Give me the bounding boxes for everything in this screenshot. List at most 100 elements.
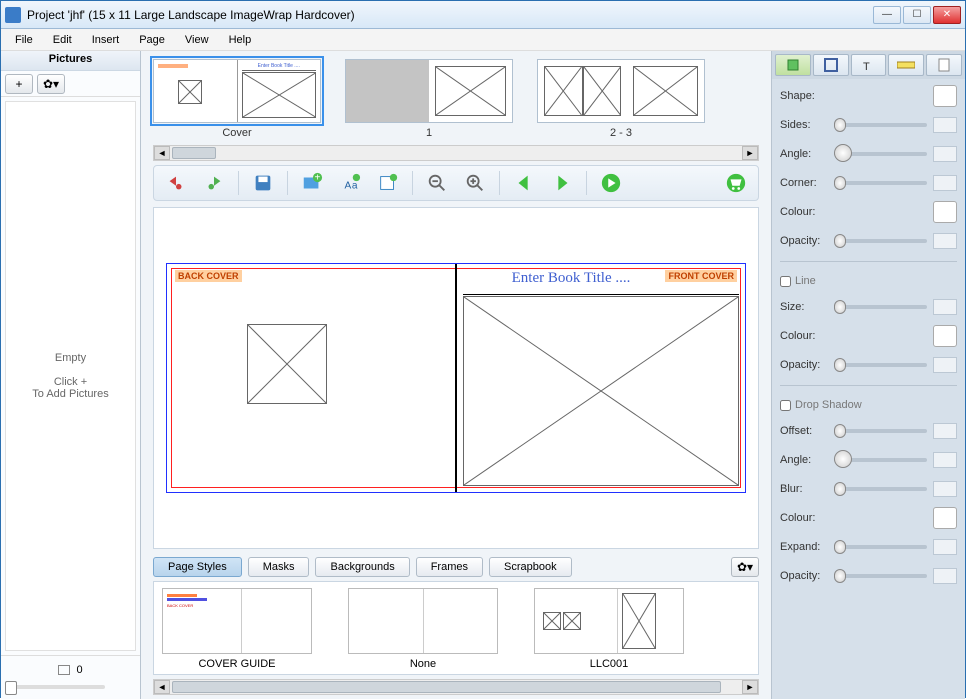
shadow-enable-checkbox[interactable] <box>780 400 791 411</box>
pictures-count: 0 <box>76 664 82 676</box>
styles-settings-button[interactable]: ✿▾ <box>731 557 759 577</box>
expand-value[interactable] <box>933 539 957 555</box>
line-enable-checkbox[interactable] <box>780 276 791 287</box>
save-button[interactable] <box>249 169 277 197</box>
minimize-button[interactable]: — <box>873 6 901 24</box>
style-none[interactable] <box>348 588 498 654</box>
image-placeholder[interactable] <box>463 296 739 486</box>
shadow-colour-label: Colour: <box>780 512 828 524</box>
canvas[interactable]: BACK COVER FRONT COVER Enter Book Title … <box>153 207 759 549</box>
add-text-button[interactable]: Aa <box>336 169 364 197</box>
line-size-slider[interactable] <box>834 305 927 309</box>
scroll-right-icon[interactable]: ► <box>742 680 758 694</box>
front-cover-page[interactable]: FRONT COVER Enter Book Title .... <box>455 264 745 492</box>
thumb-page-1[interactable] <box>345 59 513 123</box>
menu-file[interactable]: File <box>7 32 41 48</box>
expand-slider[interactable] <box>834 545 927 549</box>
pictures-zoom-slider[interactable] <box>5 685 105 689</box>
scroll-right-icon[interactable]: ► <box>742 146 758 160</box>
corner-slider[interactable] <box>834 181 927 185</box>
tab-page-styles[interactable]: Page Styles <box>153 557 242 577</box>
sides-slider[interactable] <box>834 123 927 127</box>
tab-masks[interactable]: Masks <box>248 557 310 577</box>
thumb-cover[interactable]: Enter Book Title .... <box>153 59 321 123</box>
menu-view[interactable]: View <box>177 32 217 48</box>
maximize-button[interactable]: ☐ <box>903 6 931 24</box>
shadow-opacity-value[interactable] <box>933 568 957 584</box>
sides-label: Sides: <box>780 119 828 131</box>
tab-text-icon[interactable]: T <box>851 54 887 76</box>
add-page-button[interactable] <box>374 169 402 197</box>
thumb-label: 1 <box>426 127 432 139</box>
colour-label: Colour: <box>780 206 828 218</box>
undo-button[interactable] <box>162 169 190 197</box>
tab-ruler-icon[interactable] <box>888 54 924 76</box>
tab-scrapbook[interactable]: Scrapbook <box>489 557 572 577</box>
shadow-angle-label: Angle: <box>780 454 828 466</box>
line-size-value[interactable] <box>933 299 957 315</box>
style-cover-guide[interactable]: BACK COVER <box>162 588 312 654</box>
line-colour-picker[interactable] <box>933 325 957 347</box>
tab-frames[interactable]: Frames <box>416 557 483 577</box>
add-pictures-button[interactable]: + <box>5 74 33 94</box>
play-button[interactable] <box>597 169 625 197</box>
pictures-settings-button[interactable]: ✿▾ <box>37 74 65 94</box>
window-title: Project 'jhf' (15 x 11 Large Landscape I… <box>27 8 873 22</box>
shadow-opacity-slider[interactable] <box>834 574 927 578</box>
shape-colour-picker[interactable] <box>933 201 957 223</box>
offset-slider[interactable] <box>834 429 927 433</box>
back-cover-page[interactable]: BACK COVER <box>167 264 455 492</box>
shadow-opacity-label: Opacity: <box>780 570 828 582</box>
add-image-button[interactable]: + <box>298 169 326 197</box>
offset-value[interactable] <box>933 423 957 439</box>
style-tabs: Page Styles Masks Backgrounds Frames Scr… <box>153 553 759 581</box>
line-opacity-value[interactable] <box>933 357 957 373</box>
shadow-colour-picker[interactable] <box>933 507 957 529</box>
hint-line-2: To Add Pictures <box>32 388 108 400</box>
style-label: LLC001 <box>590 658 629 670</box>
zoom-out-button[interactable] <box>423 169 451 197</box>
tab-page-icon[interactable] <box>926 54 962 76</box>
redo-button[interactable] <box>200 169 228 197</box>
sides-value[interactable] <box>933 117 957 133</box>
tab-shape-icon[interactable] <box>775 54 811 76</box>
image-placeholder[interactable] <box>247 324 327 404</box>
book-title-field[interactable]: Enter Book Title .... <box>467 270 675 287</box>
shape-opacity-value[interactable] <box>933 233 957 249</box>
angle-dial[interactable] <box>834 152 927 156</box>
menu-insert[interactable]: Insert <box>84 32 128 48</box>
line-opacity-label: Opacity: <box>780 359 828 371</box>
cart-button[interactable] <box>722 169 750 197</box>
shadow-angle-value[interactable] <box>933 452 957 468</box>
line-header: Line <box>795 275 816 287</box>
shadow-angle-dial[interactable] <box>834 458 927 462</box>
style-llc001[interactable] <box>534 588 684 654</box>
scroll-left-icon[interactable]: ◄ <box>154 680 170 694</box>
menu-edit[interactable]: Edit <box>45 32 80 48</box>
shape-opacity-slider[interactable] <box>834 239 927 243</box>
menu-help[interactable]: Help <box>221 32 260 48</box>
menu-page[interactable]: Page <box>131 32 173 48</box>
blur-slider[interactable] <box>834 487 927 491</box>
tab-backgrounds[interactable]: Backgrounds <box>315 557 409 577</box>
next-page-button[interactable] <box>548 169 576 197</box>
tab-frame-icon[interactable] <box>813 54 849 76</box>
zoom-in-button[interactable] <box>461 169 489 197</box>
properties-panel: T Shape: Sides: Angle: Corner: Colour: O… <box>771 51 965 699</box>
thumbnails-scrollbar[interactable]: ◄ ► <box>153 145 759 161</box>
svg-text:a: a <box>352 181 358 192</box>
scroll-left-icon[interactable]: ◄ <box>154 146 170 160</box>
prev-page-button[interactable] <box>510 169 538 197</box>
line-opacity-slider[interactable] <box>834 363 927 367</box>
close-button[interactable]: ✕ <box>933 6 961 24</box>
shape-picker[interactable] <box>933 85 957 107</box>
corner-value[interactable] <box>933 175 957 191</box>
blur-value[interactable] <box>933 481 957 497</box>
style-label: COVER GUIDE <box>198 658 275 670</box>
pictures-drop-area[interactable]: Empty Click + To Add Pictures <box>5 101 136 651</box>
canvas-scrollbar[interactable]: ◄ ► <box>153 679 759 695</box>
thumb-page-2-3[interactable] <box>537 59 705 123</box>
angle-value[interactable] <box>933 146 957 162</box>
hint-line-1: Click + <box>32 376 108 388</box>
shadow-header: Drop Shadow <box>795 399 862 411</box>
